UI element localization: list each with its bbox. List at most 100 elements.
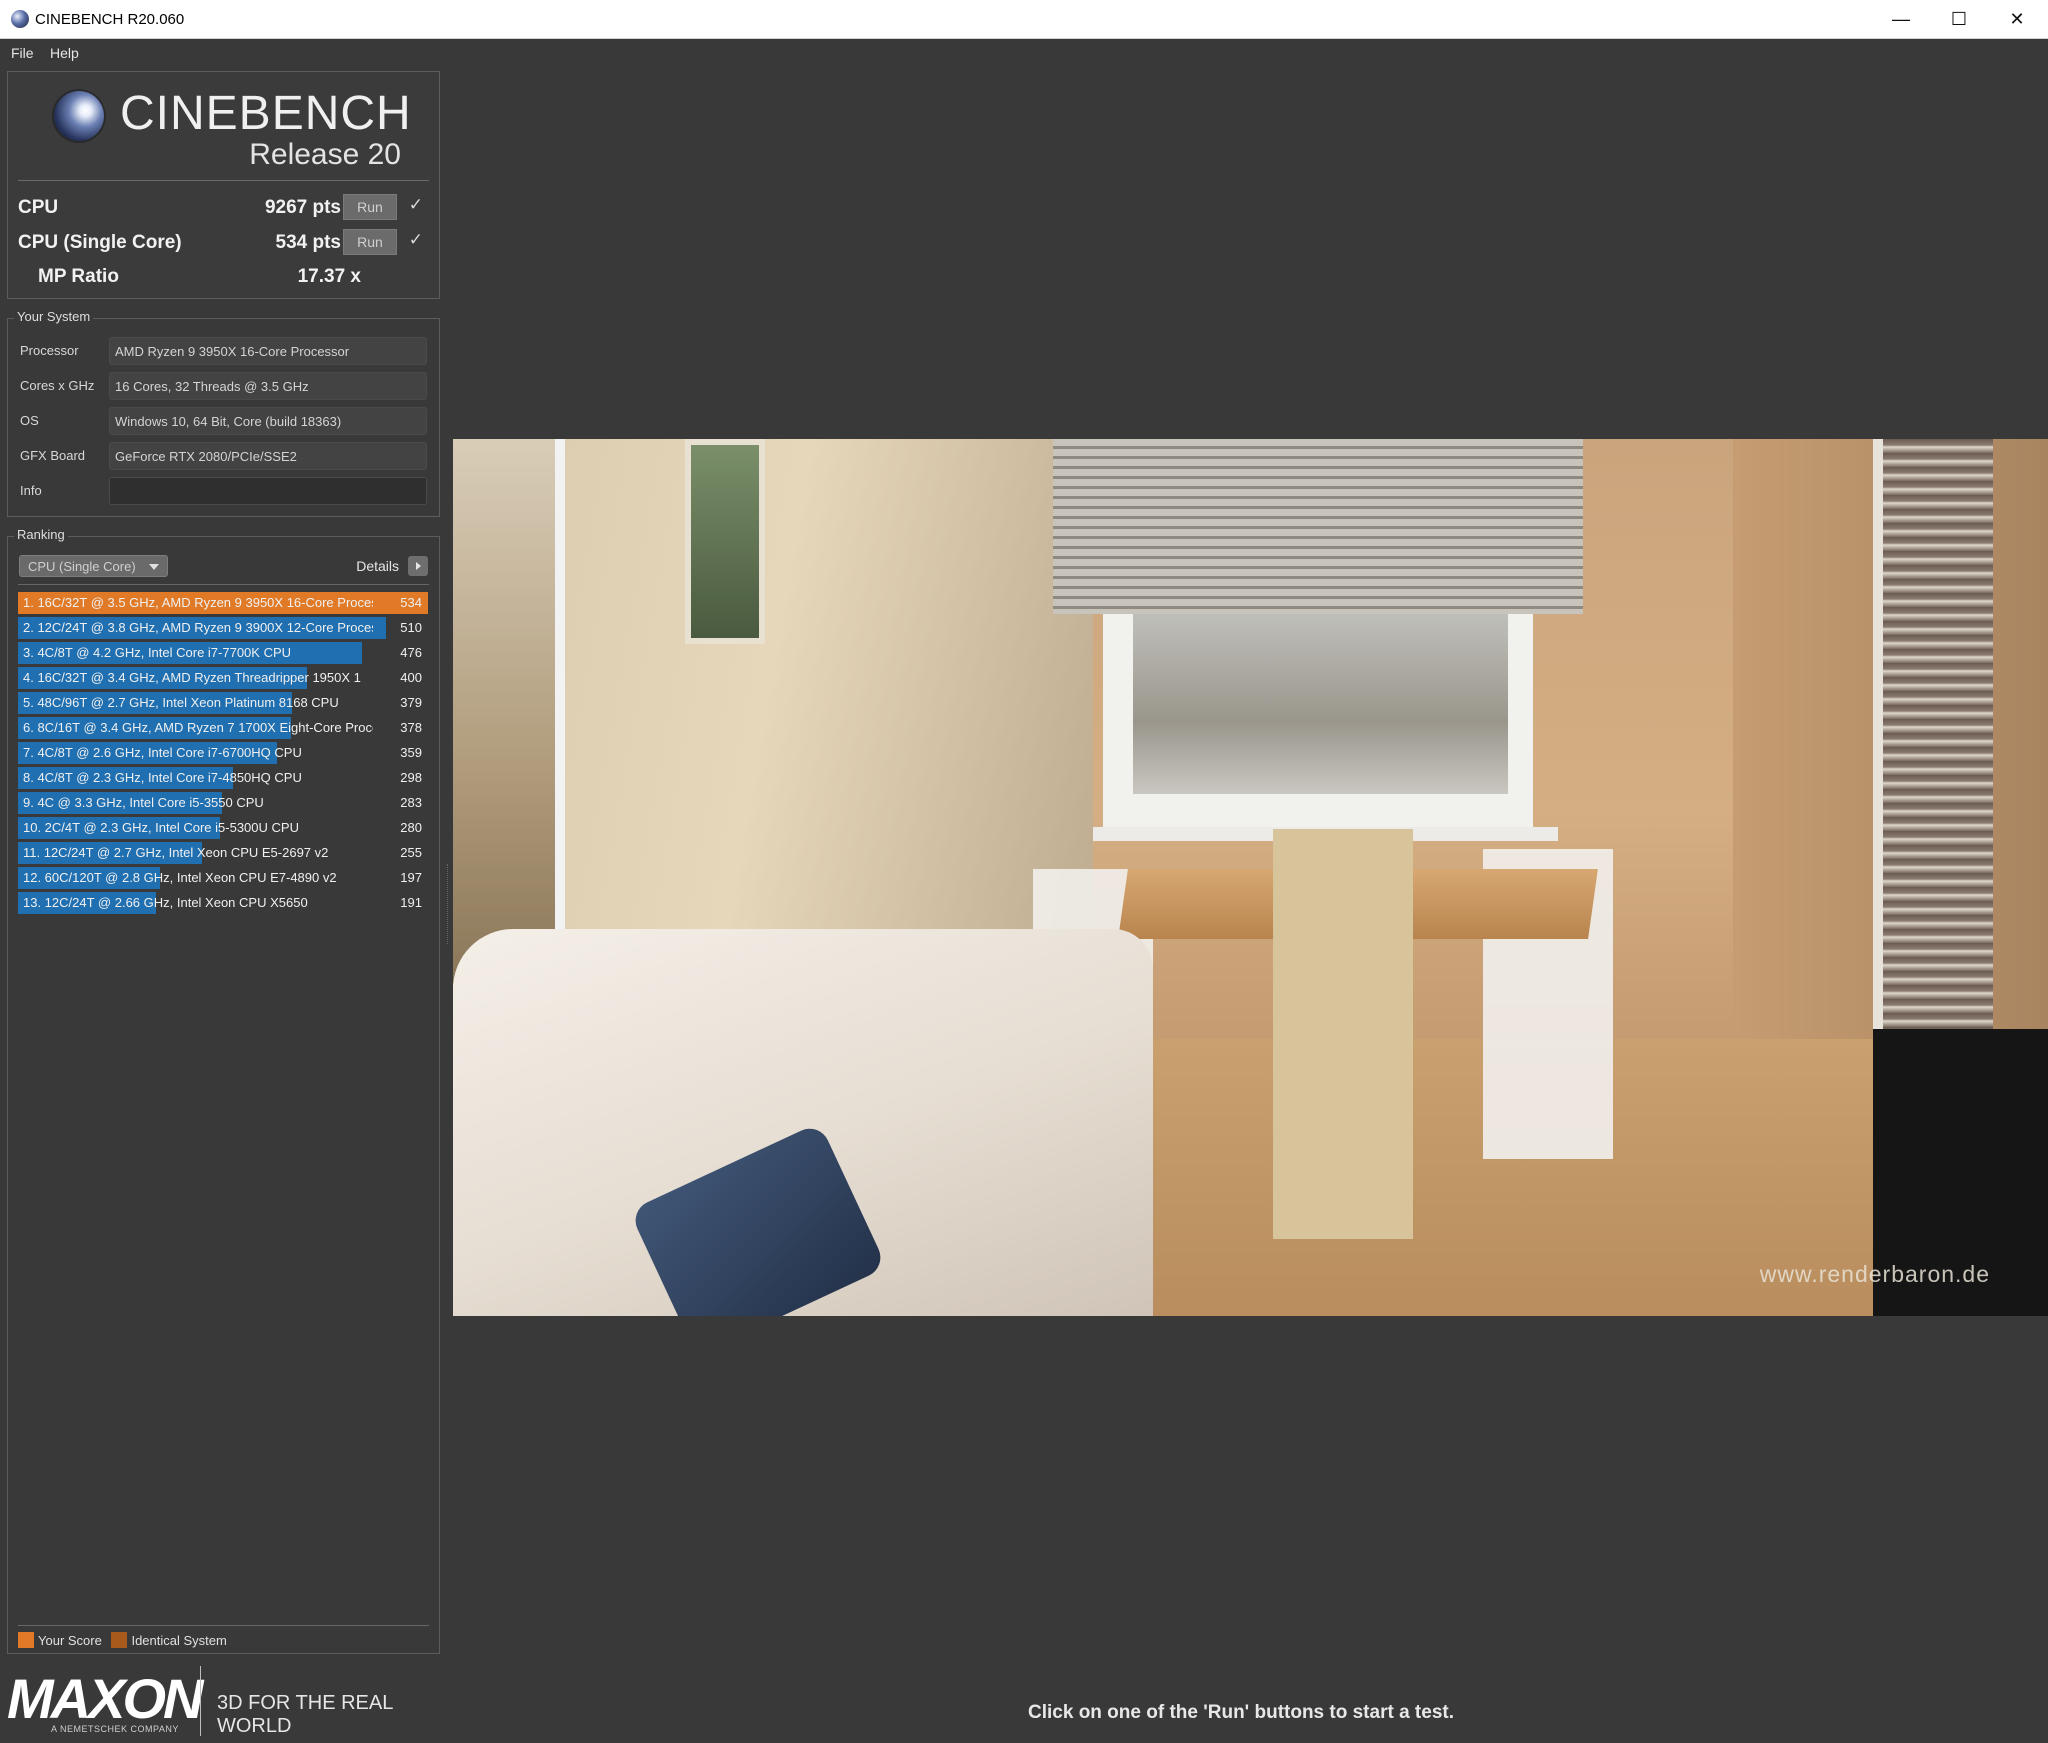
ranking-row[interactable]: 11. 12C/24T @ 2.7 GHz, Intel Xeon CPU E5… <box>18 841 428 865</box>
chevron-down-icon <box>149 564 159 570</box>
processor-field[interactable]: AMD Ryzen 9 3950X 16-Core Processor <box>109 337 427 365</box>
close-button[interactable]: ✕ <box>1988 0 2046 39</box>
ranking-group: Ranking CPU (Single Core) Details 1. 16C… <box>7 527 440 1654</box>
ranking-label: 4. 16C/32T @ 3.4 GHz, AMD Ryzen Threadri… <box>23 670 361 685</box>
ranking-row[interactable]: 4. 16C/32T @ 3.4 GHz, AMD Ryzen Threadri… <box>18 666 428 690</box>
render-window-glass <box>1133 614 1508 794</box>
ranking-label: 9. 4C @ 3.3 GHz, Intel Core i5-3550 CPU <box>23 795 264 810</box>
splitter-handle[interactable] <box>447 864 451 944</box>
ranking-score: 191 <box>400 895 422 910</box>
mp-ratio-row: MP Ratio 17.37 x <box>18 261 429 291</box>
maxon-tagline: 3D FOR THE REAL WORLD <box>217 1692 393 1737</box>
cinebench-logo-icon <box>52 89 106 143</box>
cpu-run-button[interactable]: Run <box>343 194 397 220</box>
system-row-info: Info <box>16 477 427 505</box>
status-message: Click on one of the 'Run' buttons to sta… <box>1028 1702 1454 1723</box>
ranking-label: 13. 12C/24T @ 2.66 GHz, Intel Xeon CPU X… <box>23 895 308 910</box>
cpu-single-check-icon: ✓ <box>408 230 423 249</box>
system-key: Cores x GHz <box>20 378 95 393</box>
render-viewport: www.renderbaron.de <box>453 439 2048 1316</box>
your-score-swatch <box>18 1632 34 1648</box>
ranking-score: 400 <box>400 670 422 685</box>
divider <box>18 1625 429 1626</box>
os-field[interactable]: Windows 10, 64 Bit, Core (build 18363) <box>109 407 427 435</box>
cpu-single-score: 534 pts <box>275 232 341 253</box>
ranking-row[interactable]: 12. 60C/120T @ 2.8 GHz, Intel Xeon CPU E… <box>18 866 428 890</box>
maxon-subtitle: A NEMETSCHEK COMPANY <box>51 1724 179 1734</box>
ranking-list: 1. 16C/32T @ 3.5 GHz, AMD Ryzen 9 3950X … <box>18 591 428 916</box>
gfx-field[interactable]: GeForce RTX 2080/PCIe/SSE2 <box>109 442 427 470</box>
ranking-score: 298 <box>400 770 422 785</box>
details-button[interactable] <box>408 556 428 576</box>
logo-title: CINEBENCH <box>120 87 412 140</box>
cpu-single-label: CPU (Single Core) <box>18 232 182 253</box>
ranking-dropdown[interactable]: CPU (Single Core) <box>19 555 168 577</box>
menu-help[interactable]: Help <box>50 45 79 61</box>
logo-release: Release 20 <box>249 138 401 171</box>
minimize-button[interactable]: — <box>1872 0 1930 39</box>
ranking-row[interactable]: 10. 2C/4T @ 2.3 GHz, Intel Core i5-5300U… <box>18 816 428 840</box>
details-label[interactable]: Details <box>356 558 399 574</box>
system-key: Info <box>20 483 42 498</box>
cores-field[interactable]: 16 Cores, 32 Threads @ 3.5 GHz <box>109 372 427 400</box>
cpu-label: CPU <box>18 197 59 218</box>
system-key: Processor <box>20 343 79 358</box>
ranking-row[interactable]: 13. 12C/24T @ 2.66 GHz, Intel Xeon CPU X… <box>18 891 428 915</box>
system-row-processor: Processor AMD Ryzen 9 3950X 16-Core Proc… <box>16 337 427 365</box>
cpu-score-row: CPU 9267 pts Run ✓ <box>18 192 429 222</box>
identical-system-swatch <box>111 1632 128 1648</box>
ranking-row[interactable]: 8. 4C/8T @ 2.3 GHz, Intel Core i7-4850HQ… <box>18 766 428 790</box>
maxon-branding: MAXON A NEMETSCHEK COMPANY 3D FOR THE RE… <box>7 1664 447 1740</box>
ranking-score: 476 <box>400 645 422 660</box>
ranking-label: 1. 16C/32T @ 3.5 GHz, AMD Ryzen 9 3950X … <box>23 595 373 610</box>
ranking-label: 2. 12C/24T @ 3.8 GHz, AMD Ryzen 9 3900X … <box>23 620 373 635</box>
ranking-score: 255 <box>400 845 422 860</box>
divider <box>18 180 429 181</box>
ranking-row[interactable]: 6. 8C/16T @ 3.4 GHz, AMD Ryzen 7 1700X E… <box>18 716 428 740</box>
render-painting <box>453 439 565 984</box>
ranking-score: 283 <box>400 795 422 810</box>
ranking-label: 8. 4C/8T @ 2.3 GHz, Intel Core i7-4850HQ… <box>23 770 302 785</box>
ranking-label: 10. 2C/4T @ 2.3 GHz, Intel Core i5-5300U… <box>23 820 299 835</box>
system-key: OS <box>20 413 39 428</box>
title-bar: CINEBENCH R20.060 — ☐ ✕ <box>0 0 2048 39</box>
divider <box>18 584 429 585</box>
cpu-single-run-button[interactable]: Run <box>343 229 397 255</box>
system-row-os: OS Windows 10, 64 Bit, Core (build 18363… <box>16 407 427 435</box>
render-chair-front <box>1273 829 1413 1239</box>
ranking-row[interactable]: 9. 4C @ 3.3 GHz, Intel Core i5-3550 CPU 2… <box>18 791 428 815</box>
ranking-score: 534 <box>400 595 422 610</box>
identical-system-legend: Identical System <box>131 1633 227 1648</box>
ranking-label: 3. 4C/8T @ 4.2 GHz, Intel Core i7-7700K … <box>23 645 292 660</box>
cinebench-app-icon <box>11 10 29 28</box>
maxon-logo: MAXON <box>7 1667 203 1730</box>
menu-file[interactable]: File <box>11 45 34 61</box>
ranking-label: 12. 60C/120T @ 2.8 GHz, Intel Xeon CPU E… <box>23 870 337 885</box>
ranking-score: 197 <box>400 870 422 885</box>
ranking-row[interactable]: 3. 4C/8T @ 4.2 GHz, Intel Core i7-7700K … <box>18 641 428 665</box>
ranking-label: 5. 48C/96T @ 2.7 GHz, Intel Xeon Platinu… <box>23 695 339 710</box>
system-key: GFX Board <box>20 448 86 463</box>
your-score-legend: Your Score <box>38 1633 102 1648</box>
system-row-cores: Cores x GHz 16 Cores, 32 Threads @ 3.5 G… <box>16 372 427 400</box>
cpu-check-icon: ✓ <box>408 195 423 214</box>
ranking-row[interactable]: 7. 4C/8T @ 2.6 GHz, Intel Core i7-6700HQ… <box>18 741 428 765</box>
info-field[interactable] <box>109 477 427 505</box>
score-panel: CINEBENCH Release 20 CPU 9267 pts Run ✓ … <box>7 71 440 299</box>
ranking-row[interactable]: 5. 48C/96T @ 2.7 GHz, Intel Xeon Platinu… <box>18 691 428 715</box>
mp-ratio-value: 17.37 x <box>297 266 361 287</box>
ranking-row[interactable]: 2. 12C/24T @ 3.8 GHz, AMD Ryzen 9 3900X … <box>18 616 428 640</box>
mp-ratio-label: MP Ratio <box>38 266 119 287</box>
ranking-score: 510 <box>400 620 422 635</box>
menu-bar: File Help <box>0 40 2048 66</box>
ranking-row[interactable]: 1. 16C/32T @ 3.5 GHz, AMD Ryzen 9 3950X … <box>18 591 428 615</box>
ranking-score: 280 <box>400 820 422 835</box>
ranking-dropdown-value: CPU (Single Core) <box>28 559 136 574</box>
window-title: CINEBENCH R20.060 <box>35 11 185 28</box>
ranking-label: 6. 8C/16T @ 3.4 GHz, AMD Ryzen 7 1700X E… <box>23 720 373 735</box>
ranking-label: 11. 12C/24T @ 2.7 GHz, Intel Xeon CPU E5… <box>23 845 329 860</box>
ranking-score: 378 <box>400 720 422 735</box>
maximize-button[interactable]: ☐ <box>1930 0 1988 39</box>
ranking-score: 359 <box>400 745 422 760</box>
cpu-score: 9267 pts <box>264 197 341 218</box>
